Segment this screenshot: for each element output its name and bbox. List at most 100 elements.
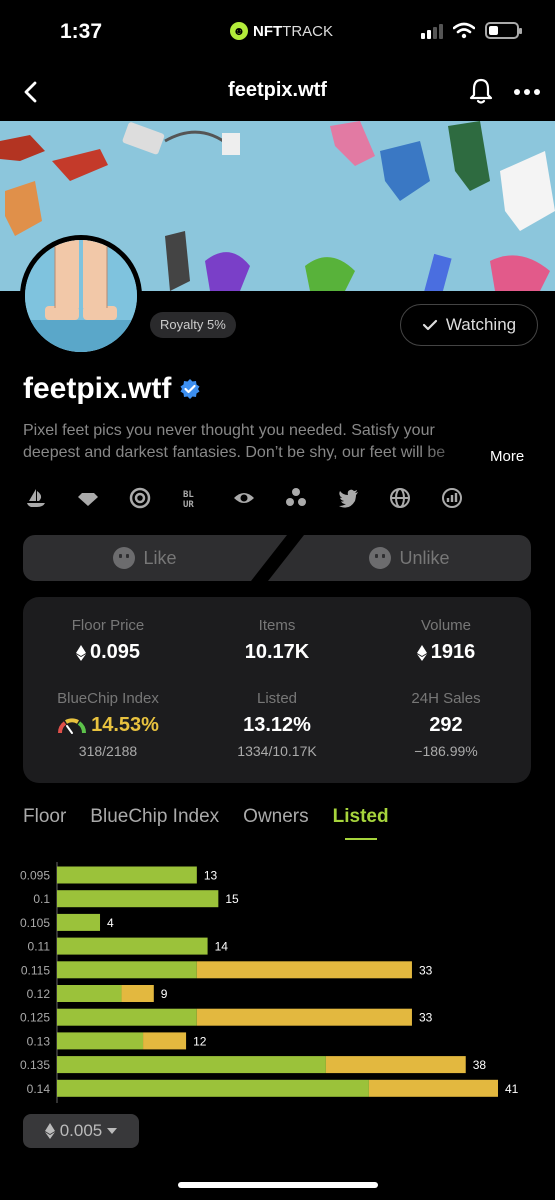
tab-bluechip-index[interactable]: BlueChip Index [90, 806, 219, 828]
chart-category-label: 0.105 [20, 916, 50, 930]
app-indicator: ☻ NFT TRACK [230, 22, 333, 40]
bluechip-value: 14.53% [91, 714, 159, 736]
market-chart-icon[interactable] [436, 484, 468, 512]
chart-category-label: 0.115 [21, 963, 50, 977]
royalty-badge: Royalty 5% [150, 312, 236, 338]
looksrare-icon[interactable] [124, 484, 156, 512]
chart-total-label: 13 [204, 869, 218, 883]
items-label: Items [258, 617, 296, 634]
chart-bar-green [57, 890, 219, 908]
unlike-label: Unlike [399, 547, 450, 568]
chart-tabs: Floor BlueChip Index Owners Listed [23, 806, 389, 840]
like-label: Like [143, 547, 177, 568]
sales-24h-value: 292 [429, 714, 463, 736]
eth-icon [44, 1123, 55, 1139]
chart-bar-yellow [325, 1056, 466, 1074]
watching-label: Watching [445, 315, 517, 334]
chart-category-label: 0.11 [28, 940, 51, 954]
eth-icon [416, 644, 427, 661]
chart-category-label: 0.125 [20, 1011, 50, 1025]
price-step-selector[interactable]: 0.005 [23, 1114, 139, 1148]
status-time: 1:37 [60, 20, 103, 43]
volume-value-row: 1916 [361, 641, 531, 664]
eth-icon [75, 644, 86, 661]
stats-card: Floor Price 0.095 Items 10.17K Volume 19… [23, 597, 531, 783]
chart-total-label: 9 [161, 987, 168, 1001]
items-value: 10.17K [244, 641, 310, 663]
caret-down-icon [107, 1128, 118, 1134]
listed-distribution-chart: 0.095 130.1 150.105 40.11 140.115 330.12 90.12… [20, 862, 519, 1103]
bell-icon[interactable] [466, 76, 496, 106]
tab-listed[interactable]: Listed [333, 806, 389, 840]
twitter-icon[interactable] [332, 484, 364, 512]
nfttrack-logo-icon: ☻ [230, 22, 248, 40]
gauge-icon [58, 717, 87, 734]
floor-price-label: Floor Price [71, 617, 145, 634]
globe-icon[interactable] [384, 484, 416, 512]
sales-24h-stat: 24H Sales 292 −186.99% [361, 690, 531, 759]
chart-total-label: 14 [215, 940, 229, 954]
social-links: BL UR [20, 484, 468, 512]
volume-value: 1916 [430, 641, 476, 663]
chart-bar-green [57, 937, 208, 955]
bluechip-label: BlueChip Index [57, 690, 159, 707]
chart-bar-yellow [368, 1079, 498, 1097]
items-stat: Items 10.17K [192, 617, 362, 664]
verified-badge-icon [180, 379, 200, 399]
status-icons [421, 22, 522, 39]
svg-text:BL: BL [183, 490, 194, 500]
chart-category-label: 0.095 [20, 869, 50, 883]
chart-bar-green [57, 1056, 326, 1074]
sales-24h-label: 24H Sales [411, 690, 481, 707]
chart-bar-green [57, 1079, 369, 1097]
chart-category-label: 0.1 [33, 892, 50, 906]
price-step-value: 0.005 [59, 1121, 103, 1140]
blur-icon[interactable]: BL UR [176, 484, 208, 512]
status-bar: 1:37 ☻ NFT TRACK [0, 0, 555, 62]
bluechip-value-row: 14.53% [23, 714, 193, 737]
diamond-icon[interactable] [72, 484, 104, 512]
chart-bar-green [57, 1032, 144, 1050]
more-options-icon[interactable] [514, 80, 544, 104]
listed-stat: Listed 13.12% 1334/10.17K [192, 690, 362, 759]
chart-total-label: 33 [419, 963, 433, 977]
floor-price-value-row: 0.095 [23, 641, 193, 664]
chart-bar-green [57, 961, 197, 979]
chart-bar-green [57, 985, 122, 1002]
nav-bar: feetpix.wtf [0, 70, 555, 114]
listed-sub: 1334/10.17K [237, 743, 317, 759]
chart-total-label: 12 [193, 1034, 207, 1048]
network-icon[interactable] [280, 484, 312, 512]
watching-button[interactable]: Watching [400, 304, 538, 346]
collection-name-row: feetpix.wtf [23, 372, 201, 406]
chart-bar-yellow [143, 1032, 187, 1050]
listed-value: 13.12% [243, 714, 311, 736]
collection-avatar [20, 235, 142, 357]
listed-label: Listed [256, 690, 298, 707]
tab-owners[interactable]: Owners [243, 806, 308, 828]
chart-bar-green [57, 913, 101, 931]
chart-bar-yellow [121, 985, 154, 1002]
wifi-icon [453, 22, 475, 39]
chart-category-label: 0.14 [27, 1082, 51, 1096]
chart-bar-yellow [196, 961, 412, 979]
chart-category-label: 0.13 [27, 1034, 51, 1048]
eye-icon[interactable] [228, 484, 260, 512]
chart-total-label: 33 [419, 1011, 433, 1025]
smiley-icon [113, 547, 135, 569]
description-fade [420, 444, 490, 468]
like-button[interactable]: Like [23, 535, 287, 581]
chart-total-label: 41 [505, 1082, 519, 1096]
opensea-icon[interactable] [20, 484, 52, 512]
chart-total-label: 38 [473, 1058, 487, 1072]
collection-name: feetpix.wtf [23, 372, 172, 405]
chart-total-label: 4 [107, 916, 114, 930]
chart-category-label: 0.12 [27, 987, 51, 1001]
floor-price-stat: Floor Price 0.095 [23, 617, 193, 664]
battery-icon [485, 22, 522, 39]
tab-floor[interactable]: Floor [23, 806, 66, 828]
chart-bar-yellow [196, 1008, 412, 1026]
signal-icon [421, 23, 443, 39]
unlike-button[interactable]: Unlike [268, 535, 531, 581]
description-more-link[interactable]: More [490, 448, 524, 465]
